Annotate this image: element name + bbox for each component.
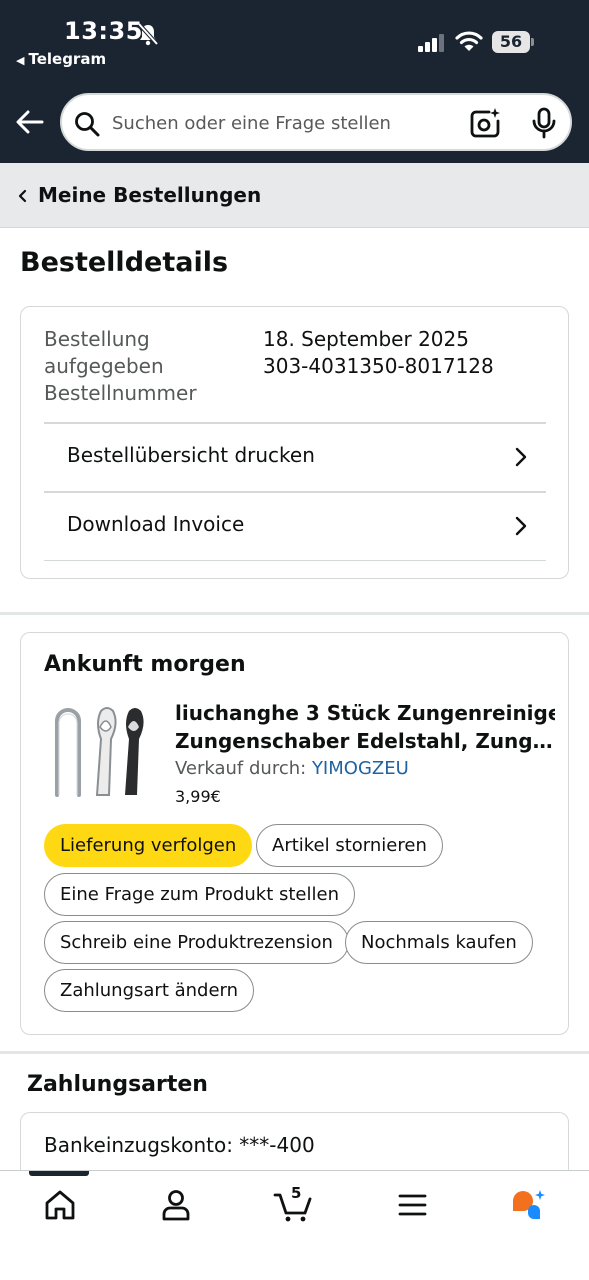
account-icon[interactable] <box>156 1187 196 1223</box>
back-to-app-link[interactable]: ◀ Telegram <box>16 50 106 68</box>
battery-indicator: 56 <box>492 31 535 53</box>
chevron-left-icon <box>18 189 27 203</box>
menu-icon[interactable] <box>392 1187 432 1223</box>
chevron-right-icon <box>515 447 527 467</box>
status-time: 13:35 <box>64 17 143 45</box>
back-triangle-icon: ◀ <box>16 54 25 67</box>
payment-method: Bankeinzugskonto: ***-400 <box>44 1133 315 1157</box>
product-title-line2[interactable]: Zungenschaber Edelstahl, Zungen… <box>175 727 555 755</box>
search-bar[interactable] <box>60 93 572 151</box>
search-input[interactable] <box>110 107 450 139</box>
arrival-status: Ankunft morgen <box>44 652 246 677</box>
section-divider <box>0 1051 589 1054</box>
product-title-line1[interactable]: liuchanghe 3 Stück Zungenreiniger, <box>175 699 555 727</box>
rufus-ai-icon[interactable] <box>508 1187 548 1223</box>
order-info-values: 18. September 2025 303-4031350-8017128 <box>263 326 563 380</box>
order-info-labels: Bestellung aufgegeben Bestellnummer <box>44 326 244 407</box>
section-divider <box>0 612 589 615</box>
buy-again-button[interactable]: Nochmals kaufen <box>345 921 533 964</box>
bell-muted-icon <box>137 22 159 46</box>
home-icon[interactable] <box>40 1187 80 1223</box>
cancel-item-button[interactable]: Artikel stornieren <box>256 824 443 867</box>
chevron-right-icon <box>515 516 527 536</box>
product-image[interactable] <box>45 699 149 803</box>
wifi-icon <box>455 31 483 51</box>
print-summary-link[interactable]: Bestellübersicht drucken <box>44 422 546 490</box>
track-delivery-button[interactable]: Lieferung verfolgen <box>44 824 253 867</box>
app-header: 13:35 ◀ Telegram 56 <box>0 0 589 163</box>
cart-count-badge: 5 <box>291 1184 302 1202</box>
back-app-label: Telegram <box>28 50 107 68</box>
page-title: Bestelldetails <box>20 247 229 278</box>
seller-info: Verkauf durch: YIMOGZEU <box>175 758 409 779</box>
row-divider <box>44 560 546 561</box>
order-date: 18. September 2025 <box>263 327 469 351</box>
battery-nub <box>531 38 534 46</box>
breadcrumb[interactable]: Meine Bestellungen <box>0 163 589 228</box>
battery-level: 56 <box>492 31 530 53</box>
breadcrumb-label: Meine Bestellungen <box>38 183 262 207</box>
active-tab-indicator <box>29 1171 89 1176</box>
payment-section-title: Zahlungsarten <box>27 1072 208 1097</box>
seller-link[interactable]: YIMOGZEU <box>312 758 409 779</box>
write-review-button[interactable]: Schreib eine Produktrezension <box>44 921 349 964</box>
seller-prefix: Verkauf durch: <box>175 758 307 779</box>
download-invoice-label: Download Invoice <box>67 512 245 536</box>
order-placed-label: Bestellung aufgegeben <box>44 327 164 378</box>
order-number-label: Bestellnummer <box>44 381 197 405</box>
shipment-card: Ankunft morgen liuchanghe 3 Stück Zungen… <box>20 632 569 1035</box>
microphone-icon[interactable] <box>530 107 558 139</box>
camera-search-icon[interactable] <box>469 107 501 139</box>
product-price: 3,99€ <box>175 787 221 806</box>
print-summary-label: Bestellübersicht drucken <box>67 443 315 467</box>
search-icon <box>75 112 100 137</box>
order-info-card: Bestellung aufgegeben Bestellnummer 18. … <box>20 306 569 579</box>
download-invoice-link[interactable]: Download Invoice <box>44 491 546 559</box>
change-payment-button[interactable]: Zahlungsart ändern <box>44 969 255 1012</box>
back-arrow-icon[interactable] <box>14 106 46 138</box>
order-number: 303-4031350-8017128 <box>263 354 494 378</box>
cellular-signal-icon <box>418 34 444 52</box>
ask-question-button[interactable]: Eine Frage zum Produkt stellen <box>44 873 355 916</box>
